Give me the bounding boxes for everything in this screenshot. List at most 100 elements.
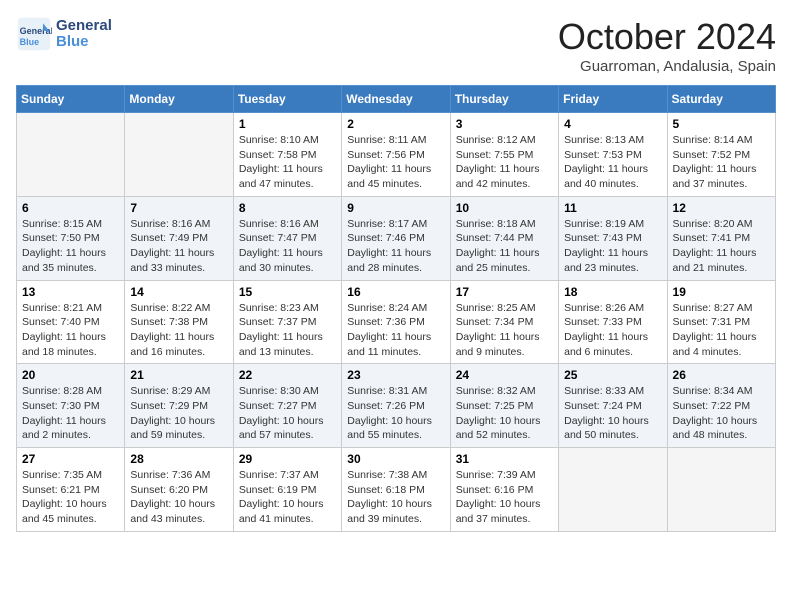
calendar-cell: 25 Sunrise: 8:33 AMSunset: 7:24 PMDayligh… (559, 364, 667, 448)
day-info: Sunrise: 8:28 AMSunset: 7:30 PMDaylight:… (22, 384, 119, 443)
day-number: 15 (239, 285, 336, 299)
calendar-cell: 13 Sunrise: 8:21 AMSunset: 7:40 PMDayligh… (17, 280, 125, 364)
calendar-cell: 1 Sunrise: 8:10 AMSunset: 7:58 PMDaylight… (233, 113, 341, 197)
day-number: 18 (564, 285, 661, 299)
calendar-cell: 4 Sunrise: 8:13 AMSunset: 7:53 PMDaylight… (559, 113, 667, 197)
calendar-week-row: 13 Sunrise: 8:21 AMSunset: 7:40 PMDayligh… (17, 280, 776, 364)
day-number: 29 (239, 452, 336, 466)
day-number: 23 (347, 368, 444, 382)
day-info: Sunrise: 8:13 AMSunset: 7:53 PMDaylight:… (564, 133, 661, 192)
col-header-thursday: Thursday (450, 86, 558, 113)
calendar-cell: 19 Sunrise: 8:27 AMSunset: 7:31 PMDayligh… (667, 280, 775, 364)
calendar-cell: 28Sunrise: 7:36 AMSunset: 6:20 PMDayligh… (125, 448, 233, 532)
day-info: Sunrise: 7:35 AMSunset: 6:21 PMDaylight:… (22, 468, 119, 527)
calendar-cell: 5 Sunrise: 8:14 AMSunset: 7:52 PMDaylight… (667, 113, 775, 197)
day-info: Sunrise: 8:16 AMSunset: 7:49 PMDaylight:… (130, 217, 227, 276)
day-info: Sunrise: 8:11 AMSunset: 7:56 PMDaylight:… (347, 133, 444, 192)
calendar-cell: 16Sunrise: 8:24 AMSunset: 7:36 PMDayligh… (342, 280, 450, 364)
col-header-sunday: Sunday (17, 86, 125, 113)
logo-icon: General Blue (16, 16, 52, 52)
day-info: Sunrise: 7:38 AMSunset: 6:18 PMDaylight:… (347, 468, 444, 527)
day-info: Sunrise: 8:29 AMSunset: 7:29 PMDaylight:… (130, 384, 227, 443)
calendar-cell (17, 113, 125, 197)
day-info: Sunrise: 7:39 AMSunset: 6:16 PMDaylight:… (456, 468, 553, 527)
day-info: Sunrise: 8:15 AMSunset: 7:50 PMDaylight:… (22, 217, 119, 276)
calendar-cell (125, 113, 233, 197)
day-number: 24 (456, 368, 553, 382)
col-header-monday: Monday (125, 86, 233, 113)
calendar-cell: 27 Sunrise: 7:35 AMSunset: 6:21 PMDayligh… (17, 448, 125, 532)
location: Guarroman, Andalusia, Spain (558, 58, 776, 75)
day-number: 6 (22, 201, 119, 215)
day-number: 25 (564, 368, 661, 382)
day-info: Sunrise: 8:16 AMSunset: 7:47 PMDaylight:… (239, 217, 336, 276)
day-info: Sunrise: 8:30 AMSunset: 7:27 PMDaylight:… (239, 384, 336, 443)
calendar-cell: 15 Sunrise: 8:23 AMSunset: 7:37 PMDayligh… (233, 280, 341, 364)
col-header-tuesday: Tuesday (233, 86, 341, 113)
day-number: 11 (564, 201, 661, 215)
calendar-cell: 21 Sunrise: 8:29 AMSunset: 7:29 PMDayligh… (125, 364, 233, 448)
day-info: Sunrise: 8:17 AMSunset: 7:46 PMDaylight:… (347, 217, 444, 276)
calendar-cell: 12Sunrise: 8:20 AMSunset: 7:41 PMDayligh… (667, 196, 775, 280)
svg-text:Blue: Blue (20, 37, 40, 47)
calendar-cell: 24Sunrise: 8:32 AMSunset: 7:25 PMDayligh… (450, 364, 558, 448)
day-info: Sunrise: 8:26 AMSunset: 7:33 PMDaylight:… (564, 301, 661, 360)
day-info: Sunrise: 8:12 AMSunset: 7:55 PMDaylight:… (456, 133, 553, 192)
day-number: 4 (564, 117, 661, 131)
day-number: 26 (673, 368, 770, 382)
day-info: Sunrise: 8:19 AMSunset: 7:43 PMDaylight:… (564, 217, 661, 276)
day-info: Sunrise: 8:23 AMSunset: 7:37 PMDaylight:… (239, 301, 336, 360)
calendar-cell: 14Sunrise: 8:22 AMSunset: 7:38 PMDayligh… (125, 280, 233, 364)
calendar-cell: 26Sunrise: 8:34 AMSunset: 7:22 PMDayligh… (667, 364, 775, 448)
calendar-cell: 2 Sunrise: 8:11 AMSunset: 7:56 PMDaylight… (342, 113, 450, 197)
day-info: Sunrise: 8:14 AMSunset: 7:52 PMDaylight:… (673, 133, 770, 192)
calendar-cell: 11 Sunrise: 8:19 AMSunset: 7:43 PMDayligh… (559, 196, 667, 280)
calendar-cell: 20Sunrise: 8:28 AMSunset: 7:30 PMDayligh… (17, 364, 125, 448)
day-number: 21 (130, 368, 227, 382)
day-number: 22 (239, 368, 336, 382)
day-info: Sunrise: 8:21 AMSunset: 7:40 PMDaylight:… (22, 301, 119, 360)
col-header-saturday: Saturday (667, 86, 775, 113)
calendar-cell: 23Sunrise: 8:31 AMSunset: 7:26 PMDayligh… (342, 364, 450, 448)
calendar-cell: 31 Sunrise: 7:39 AMSunset: 6:16 PMDayligh… (450, 448, 558, 532)
calendar-week-row: 20Sunrise: 8:28 AMSunset: 7:30 PMDayligh… (17, 364, 776, 448)
day-number: 19 (673, 285, 770, 299)
day-number: 9 (347, 201, 444, 215)
calendar-cell: 18 Sunrise: 8:26 AMSunset: 7:33 PMDayligh… (559, 280, 667, 364)
day-number: 13 (22, 285, 119, 299)
day-info: Sunrise: 8:33 AMSunset: 7:24 PMDaylight:… (564, 384, 661, 443)
day-number: 27 (22, 452, 119, 466)
day-info: Sunrise: 8:10 AMSunset: 7:58 PMDaylight:… (239, 133, 336, 192)
day-number: 3 (456, 117, 553, 131)
day-number: 14 (130, 285, 227, 299)
day-info: Sunrise: 8:18 AMSunset: 7:44 PMDaylight:… (456, 217, 553, 276)
day-info: Sunrise: 8:20 AMSunset: 7:41 PMDaylight:… (673, 217, 770, 276)
day-number: 30 (347, 452, 444, 466)
page-header: General Blue General Blue October 2024 G… (16, 16, 776, 75)
calendar-cell: 9 Sunrise: 8:17 AMSunset: 7:46 PMDaylight… (342, 196, 450, 280)
logo: General Blue General Blue (16, 16, 112, 52)
calendar: SundayMondayTuesdayWednesdayThursdayFrid… (16, 85, 776, 532)
calendar-cell: 22 Sunrise: 8:30 AMSunset: 7:27 PMDayligh… (233, 364, 341, 448)
calendar-cell: 30 Sunrise: 7:38 AMSunset: 6:18 PMDayligh… (342, 448, 450, 532)
calendar-cell (559, 448, 667, 532)
calendar-cell: 29 Sunrise: 7:37 AMSunset: 6:19 PMDayligh… (233, 448, 341, 532)
day-info: Sunrise: 7:37 AMSunset: 6:19 PMDaylight:… (239, 468, 336, 527)
calendar-cell: 3 Sunrise: 8:12 AMSunset: 7:55 PMDaylight… (450, 113, 558, 197)
logo-text-blue: Blue (56, 34, 112, 51)
day-number: 1 (239, 117, 336, 131)
day-number: 2 (347, 117, 444, 131)
calendar-week-row: 1 Sunrise: 8:10 AMSunset: 7:58 PMDaylight… (17, 113, 776, 197)
day-number: 10 (456, 201, 553, 215)
col-header-friday: Friday (559, 86, 667, 113)
day-info: Sunrise: 8:27 AMSunset: 7:31 PMDaylight:… (673, 301, 770, 360)
day-number: 5 (673, 117, 770, 131)
logo-text-general: General (56, 18, 112, 35)
day-number: 31 (456, 452, 553, 466)
day-info: Sunrise: 7:36 AMSunset: 6:20 PMDaylight:… (130, 468, 227, 527)
calendar-cell: 6 Sunrise: 8:15 AMSunset: 7:50 PMDaylight… (17, 196, 125, 280)
day-info: Sunrise: 8:25 AMSunset: 7:34 PMDaylight:… (456, 301, 553, 360)
day-number: 17 (456, 285, 553, 299)
calendar-week-row: 27 Sunrise: 7:35 AMSunset: 6:21 PMDayligh… (17, 448, 776, 532)
calendar-cell: 8Sunrise: 8:16 AMSunset: 7:47 PMDaylight… (233, 196, 341, 280)
